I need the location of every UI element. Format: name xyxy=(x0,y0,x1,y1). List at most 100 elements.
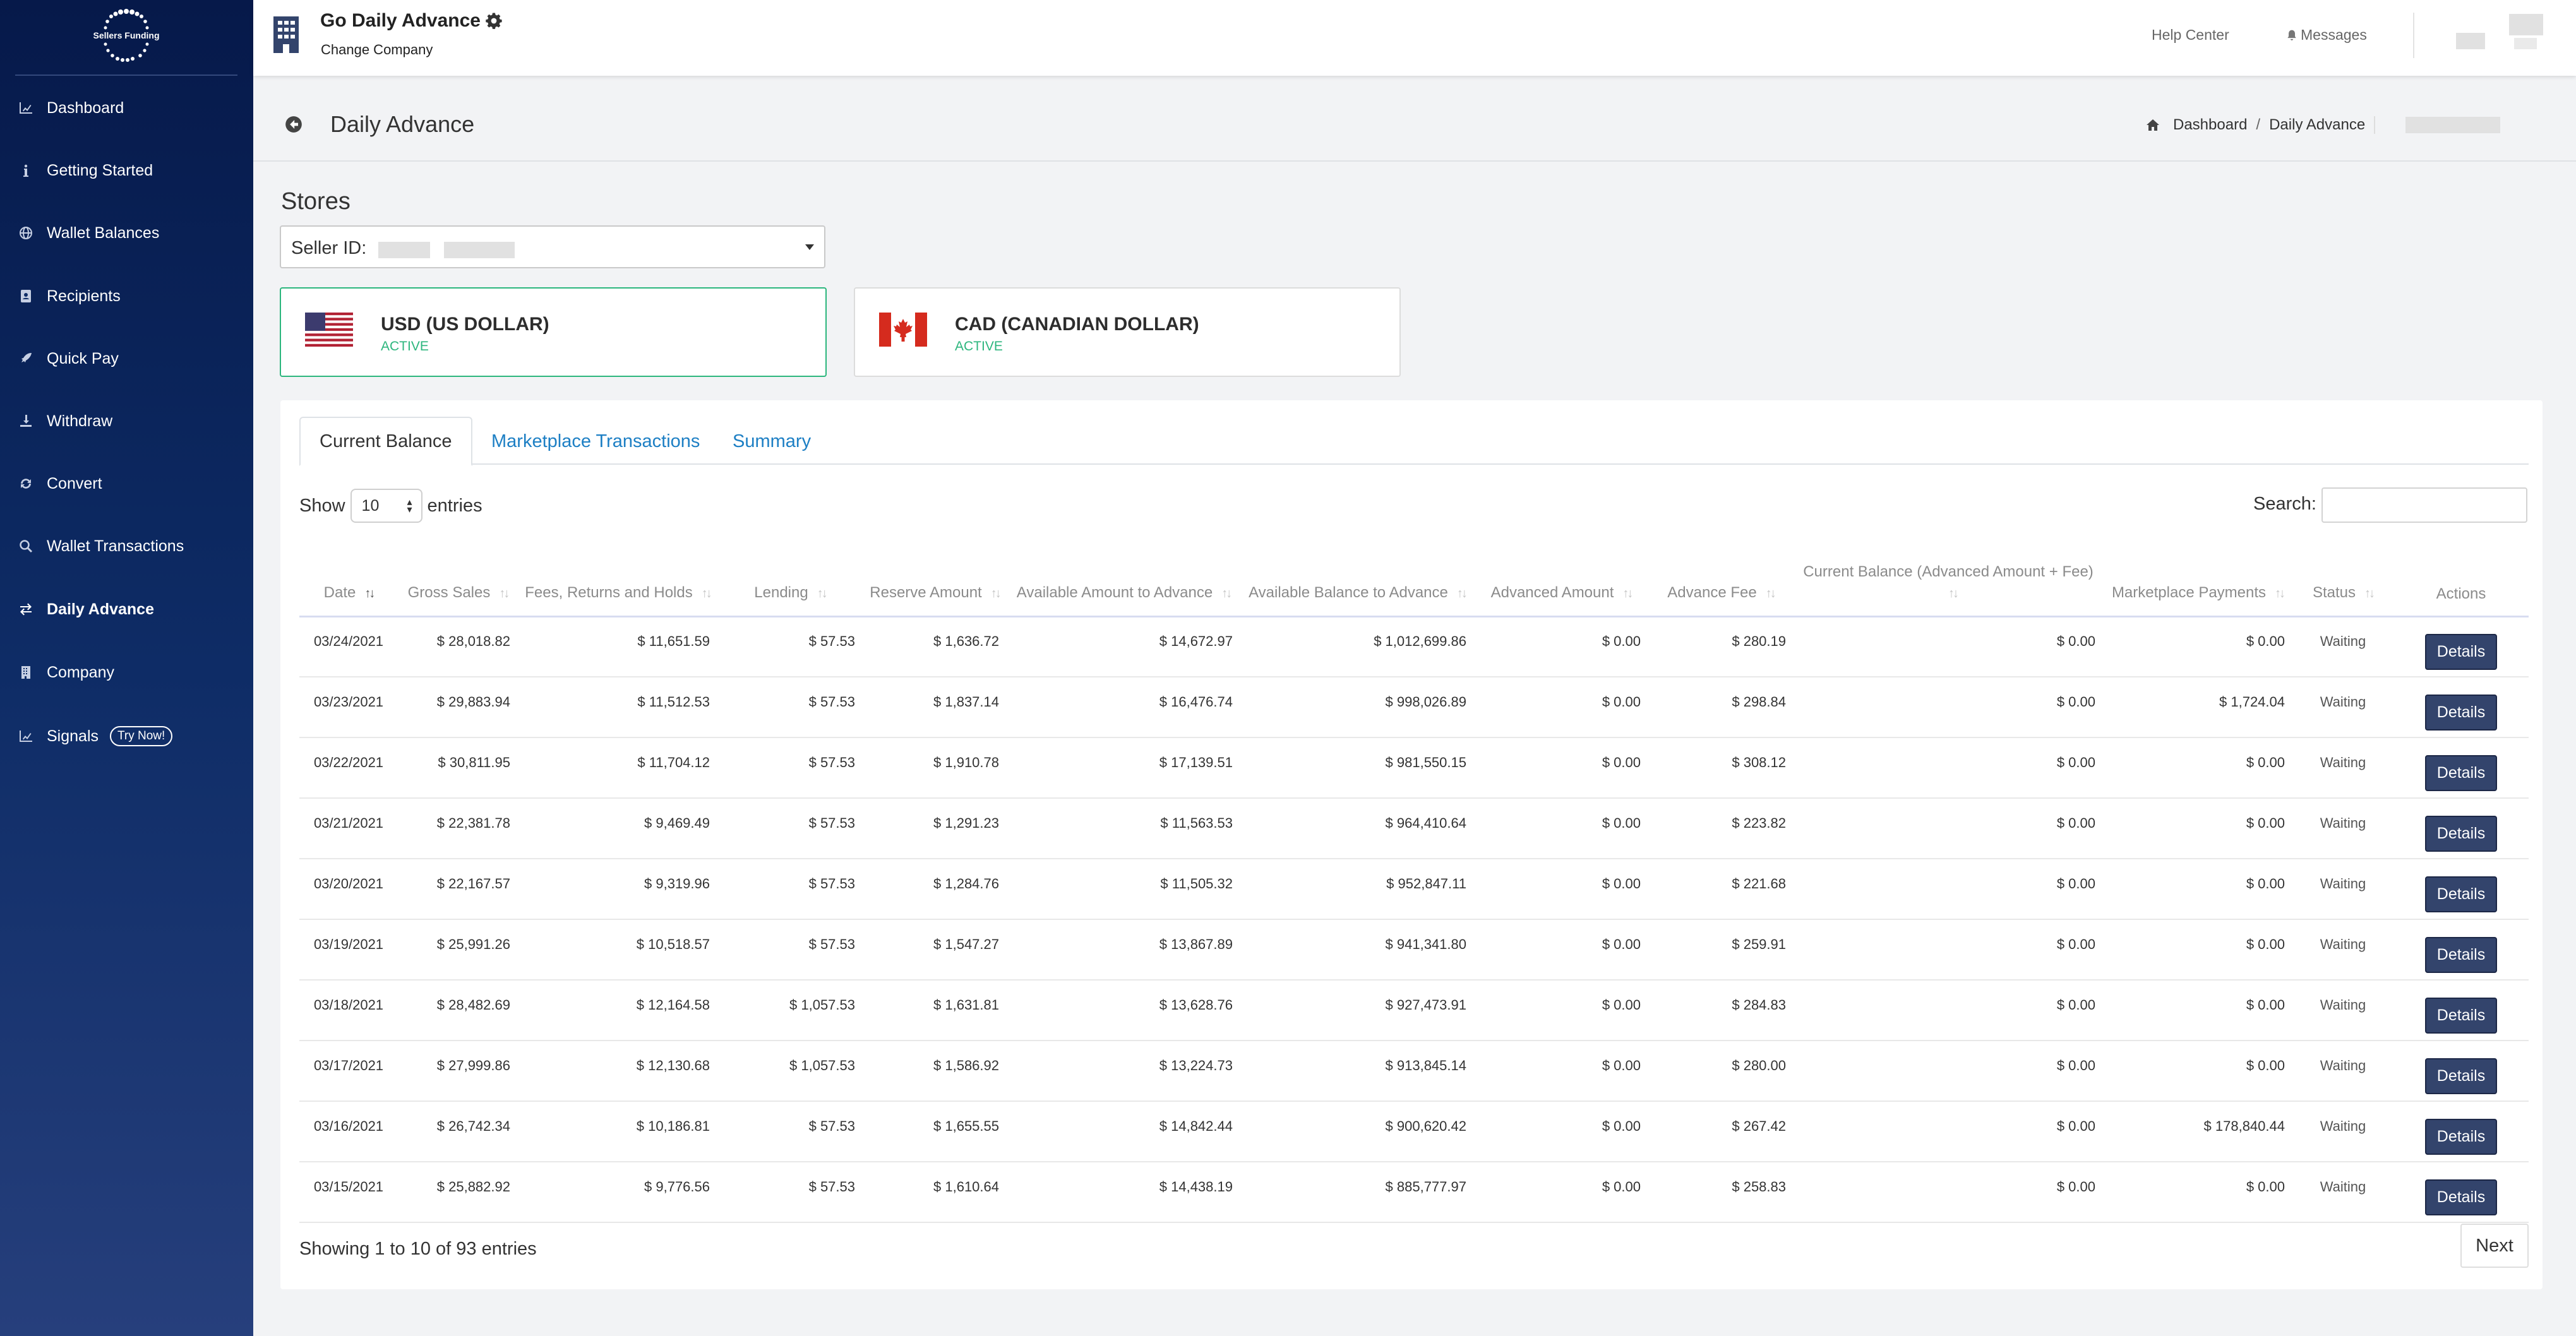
details-button[interactable]: Details xyxy=(2424,815,2498,852)
details-button[interactable]: Details xyxy=(2424,754,2498,791)
sidebar-item-daily-advance[interactable]: Daily Advance xyxy=(0,587,253,631)
search-input[interactable] xyxy=(2321,487,2527,523)
cell-value: $ 308.12 xyxy=(1732,754,1786,770)
table-cell-current-balance: $ 0.00 xyxy=(1794,1162,2103,1223)
cell-value: $ 9,469.49 xyxy=(644,815,710,831)
home-icon[interactable] xyxy=(2145,117,2160,133)
table-cell-available-balance: $ 941,341.80 xyxy=(1240,919,1474,981)
column-header-label: Current Balance (Advanced Amount + Fee) xyxy=(1803,563,2094,580)
column-header-marketplace-payments[interactable]: Marketplace Payments ↑↓ xyxy=(2103,538,2292,617)
cell-value: $ 57.53 xyxy=(808,1118,855,1134)
table-cell-gross-sales: $ 25,991.26 xyxy=(398,919,518,981)
messages-label: Messages xyxy=(2301,27,2367,43)
table-cell-fees-returns-holds: $ 10,186.81 xyxy=(518,1101,717,1162)
currency-card-cad[interactable]: CAD (CANADIAN DOLLAR) ACTIVE xyxy=(854,287,1401,377)
details-button[interactable]: Details xyxy=(2424,633,2498,670)
table-cell-advance-fee: $ 280.19 xyxy=(1648,616,1794,677)
table-cell-lending: $ 57.53 xyxy=(717,1162,863,1223)
avatar[interactable] xyxy=(2509,14,2543,35)
sort-icon: ↑↓ xyxy=(2364,586,2375,600)
sidebar-item-quick-pay[interactable]: Quick Pay xyxy=(0,337,253,381)
column-header-available-balance[interactable]: Available Balance to Advance ↑↓ xyxy=(1240,538,1474,617)
sidebar-item-getting-started[interactable]: Getting Started xyxy=(0,148,253,193)
table-cell-available-balance: $ 964,410.64 xyxy=(1240,798,1474,859)
table-cell-date: 03/18/2021 xyxy=(299,980,398,1041)
column-header-reserve-amount[interactable]: Reserve Amount ↑↓ xyxy=(863,538,1007,617)
show-label: Show xyxy=(299,495,345,516)
tab-current-balance[interactable]: Current Balance xyxy=(299,417,472,466)
table-cell-available-amount: $ 11,563.53 xyxy=(1007,798,1240,859)
column-header-gross-sales[interactable]: Gross Sales ↑↓ xyxy=(398,538,518,617)
tab-bar: Current Balance Marketplace Transactions… xyxy=(299,417,2529,466)
table-cell-lending: $ 1,057.53 xyxy=(717,980,863,1041)
column-header-advanced-amount[interactable]: Advanced Amount ↑↓ xyxy=(1474,538,1648,617)
sidebar-item-label: Daily Advance xyxy=(47,600,154,618)
gear-icon[interactable] xyxy=(486,13,502,29)
sidebar-item-signals[interactable]: Signals Try Now! xyxy=(0,714,253,758)
sidebar-divider xyxy=(15,75,237,76)
column-header-lending[interactable]: Lending ↑↓ xyxy=(717,538,863,617)
table-cell-lending: $ 57.53 xyxy=(717,919,863,981)
table-cell-fees-returns-holds: $ 11,704.12 xyxy=(518,737,717,799)
entries-length-control: Show 10 ▴ ▾ entries xyxy=(299,489,482,523)
column-header-advance-fee[interactable]: Advance Fee ↑↓ xyxy=(1648,538,1794,617)
sidebar-item-dashboard[interactable]: Dashboard xyxy=(0,86,253,130)
search-label: Search: xyxy=(2253,494,2316,514)
details-button[interactable]: Details xyxy=(2424,1179,2498,1215)
breadcrumb-dashboard[interactable]: Dashboard xyxy=(2173,116,2247,134)
currency-name: CAD (CANADIAN DOLLAR) xyxy=(955,314,1199,335)
currency-card-usd[interactable]: USD (US DOLLAR) ACTIVE xyxy=(280,287,827,377)
details-button[interactable]: Details xyxy=(2424,1058,2498,1094)
details-button[interactable]: Details xyxy=(2424,1118,2498,1155)
sidebar-item-wallet-balances[interactable]: Wallet Balances xyxy=(0,211,253,255)
try-now-badge[interactable]: Try Now! xyxy=(110,726,173,746)
sidebar-item-company[interactable]: Company xyxy=(0,650,253,695)
entries-select[interactable]: 10 ▴ ▾ xyxy=(350,489,422,523)
sidebar-item-withdraw[interactable]: Withdraw xyxy=(0,399,253,443)
cell-value: $ 30,811.95 xyxy=(438,754,510,770)
help-center-link[interactable]: Help Center xyxy=(2152,27,2229,44)
details-button[interactable]: Details xyxy=(2424,876,2498,912)
column-header-fees-returns-holds[interactable]: Fees, Returns and Holds ↑↓ xyxy=(518,538,717,617)
seller-id-select[interactable]: Seller ID: xyxy=(280,225,825,268)
table-cell-status: Waiting xyxy=(2292,737,2393,799)
cell-value: $ 1,837.14 xyxy=(933,694,999,710)
details-button[interactable]: Details xyxy=(2424,997,2498,1034)
building-icon xyxy=(272,16,300,53)
sellers-funding-logo[interactable]: Sellers Funding xyxy=(82,9,171,63)
column-header-label: Available Amount to Advance xyxy=(1016,583,1213,601)
table-cell-gross-sales: $ 29,883.94 xyxy=(398,677,518,738)
table-cell-available-balance: $ 885,777.97 xyxy=(1240,1162,1474,1223)
tab-marketplace-transactions[interactable]: Marketplace Transactions xyxy=(472,417,719,466)
table-header-row: Date ↑↓ Gross Sales ↑↓ Fees, Returns and Hol… xyxy=(299,538,2529,617)
page-title: Daily Advance xyxy=(330,111,475,137)
cell-value: $ 57.53 xyxy=(808,633,855,650)
change-company-link[interactable]: Change Company xyxy=(321,42,433,58)
column-header-status[interactable]: Status ↑↓ xyxy=(2292,538,2393,617)
column-header-available-amount[interactable]: Available Amount to Advance ↑↓ xyxy=(1007,538,1240,617)
details-button[interactable]: Details xyxy=(2424,694,2498,731)
next-page-button[interactable]: Next xyxy=(2460,1224,2529,1268)
messages-link[interactable]: Messages xyxy=(2285,27,2367,44)
sort-icon: ↑↓ xyxy=(1456,586,1468,600)
column-header-current-balance[interactable]: Current Balance (Advanced Amount + Fee) ↑… xyxy=(1794,538,2103,617)
tab-summary[interactable]: Summary xyxy=(714,417,830,466)
sidebar-item-wallet-transactions[interactable]: Wallet Transactions xyxy=(0,524,253,568)
table-cell-lending: $ 57.53 xyxy=(717,798,863,859)
cell-value: $ 0.00 xyxy=(2246,754,2285,770)
cell-value: $ 13,224.73 xyxy=(1159,1058,1233,1073)
table-cell-gross-sales: $ 27,999.86 xyxy=(398,1041,518,1102)
cell-value: 03/15/2021 xyxy=(313,1179,384,1195)
cell-value: $ 284.83 xyxy=(1732,997,1786,1013)
column-header-date[interactable]: Date ↑↓ xyxy=(299,538,398,617)
cell-value: 03/20/2021 xyxy=(313,876,384,892)
table-cell-date: 03/17/2021 xyxy=(299,1041,398,1102)
back-arrow-icon[interactable] xyxy=(285,116,303,133)
table-cell-status: Waiting xyxy=(2292,859,2393,920)
details-button[interactable]: Details xyxy=(2424,936,2498,973)
cell-value: $ 998,026.89 xyxy=(1385,694,1466,710)
cell-value: $ 12,164.58 xyxy=(636,997,710,1013)
sidebar-item-convert[interactable]: Convert xyxy=(0,462,253,506)
table-cell-advanced-amount: $ 0.00 xyxy=(1474,677,1648,738)
sidebar-item-recipients[interactable]: Recipients xyxy=(0,274,253,318)
